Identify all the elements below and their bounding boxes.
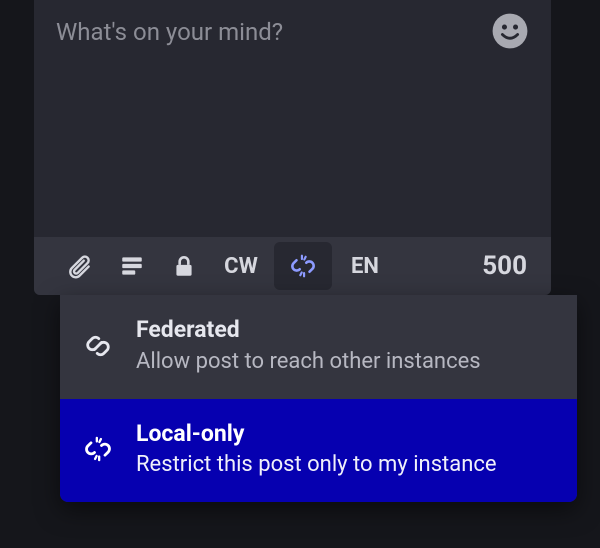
attach-media-button[interactable] (56, 242, 104, 290)
language-button[interactable]: EN (336, 242, 394, 290)
poll-button[interactable] (108, 242, 156, 290)
broken-chain-icon (290, 253, 316, 279)
federation-button[interactable] (274, 242, 332, 290)
smiley-icon (491, 12, 529, 50)
federation-option-text: Local-only Restrict this post only to my… (136, 419, 497, 481)
option-description: Restrict this post only to my instance (136, 450, 497, 480)
compose-toolbar: CW EN 500 (34, 237, 551, 295)
visibility-button[interactable] (160, 242, 208, 290)
federation-option-local-only[interactable]: Local-only Restrict this post only to my… (60, 399, 577, 503)
compose-placeholder: What's on your mind? (56, 18, 283, 46)
compose-textarea[interactable]: What's on your mind? (34, 0, 551, 237)
cw-label: CW (224, 254, 258, 279)
language-label: EN (351, 254, 379, 279)
character-counter: 500 (482, 251, 541, 281)
content-warning-button[interactable]: CW (212, 242, 270, 290)
federation-dropdown: Federated Allow post to reach other inst… (60, 295, 577, 502)
broken-chain-icon (82, 433, 114, 465)
compose-box: What's on your mind? (34, 0, 551, 295)
option-description: Allow post to reach other instances (136, 347, 481, 377)
paperclip-icon (67, 253, 93, 279)
lock-icon (171, 253, 197, 279)
poll-icon (119, 253, 145, 279)
emoji-picker-button[interactable] (489, 10, 531, 52)
federation-option-text: Federated Allow post to reach other inst… (136, 315, 481, 377)
chain-icon (82, 330, 114, 362)
option-title: Local-only (136, 419, 497, 449)
federation-option-federated[interactable]: Federated Allow post to reach other inst… (60, 295, 577, 399)
option-title: Federated (136, 315, 481, 345)
